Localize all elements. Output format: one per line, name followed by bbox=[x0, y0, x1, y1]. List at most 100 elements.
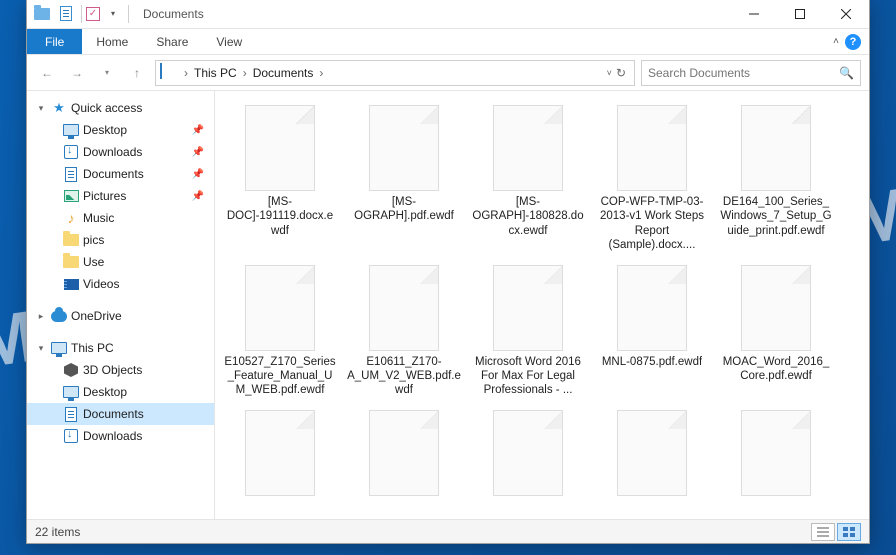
address-dropdown-icon[interactable]: ˅ bbox=[607, 68, 612, 78]
pin-icon: 📌 bbox=[192, 125, 204, 136]
maximize-button[interactable] bbox=[777, 0, 823, 29]
caret-down-icon[interactable]: ▾ bbox=[35, 343, 47, 354]
chevron-right-icon[interactable]: › bbox=[241, 66, 249, 80]
sidebar-item-music[interactable]: ♪Music bbox=[27, 207, 214, 229]
help-icon[interactable]: ? bbox=[845, 34, 861, 50]
location-doc-icon bbox=[160, 64, 178, 82]
file-item[interactable]: MOAC_Word_2016_Core.pdf.ewdf bbox=[717, 261, 835, 402]
status-bar: 22 items bbox=[27, 519, 869, 543]
file-list-pane: [MS-DOC]-191119.docx.ewdf [MS-OGRAPH].pdf… bbox=[215, 91, 869, 519]
titlebar: ✓ ▾ Documents bbox=[27, 0, 869, 29]
file-item[interactable] bbox=[221, 406, 339, 504]
properties-icon[interactable] bbox=[55, 3, 77, 25]
large-icons-view-button[interactable] bbox=[837, 523, 861, 541]
doc-icon bbox=[63, 406, 79, 422]
chevron-right-icon[interactable]: › bbox=[182, 66, 190, 80]
explorer-window: ✓ ▾ Documents File Home Share View ˄ ? ←… bbox=[26, 0, 870, 544]
file-thumbnail bbox=[617, 105, 687, 191]
file-item[interactable] bbox=[469, 406, 587, 504]
sidebar-item-desktop[interactable]: Desktop bbox=[27, 381, 214, 403]
file-item[interactable] bbox=[593, 406, 711, 504]
details-view-button[interactable] bbox=[811, 523, 835, 541]
checkbox-icon[interactable]: ✓ bbox=[86, 7, 100, 21]
search-input[interactable] bbox=[648, 66, 839, 80]
tab-file[interactable]: File bbox=[27, 29, 82, 54]
file-thumbnail bbox=[493, 410, 563, 496]
sidebar-item-downloads[interactable]: Downloads bbox=[27, 425, 214, 447]
sidebar-item-3d-objects[interactable]: 3D Objects bbox=[27, 359, 214, 381]
tab-share[interactable]: Share bbox=[142, 29, 202, 54]
qat-dropdown-icon[interactable]: ▾ bbox=[102, 3, 124, 25]
file-item[interactable]: [MS-DOC]-191119.docx.ewdf bbox=[221, 101, 339, 257]
folder-icon[interactable] bbox=[31, 3, 53, 25]
file-thumbnail bbox=[369, 265, 439, 351]
close-button[interactable] bbox=[823, 0, 869, 29]
file-name-label: MNL-0875.pdf.ewdf bbox=[602, 355, 702, 369]
item-count-label: 22 items bbox=[35, 525, 80, 539]
pin-icon: 📌 bbox=[192, 147, 204, 158]
nav-up-button[interactable]: ↑ bbox=[125, 61, 149, 85]
address-bar[interactable]: › This PC › Documents › ˅ ↻ bbox=[155, 60, 635, 86]
file-item[interactable]: MNL-0875.pdf.ewdf bbox=[593, 261, 711, 402]
navigation-bar: ← → ▾ ↑ › This PC › Documents › ˅ ↻ 🔍 bbox=[27, 55, 869, 91]
pin-icon: 📌 bbox=[192, 191, 204, 202]
caret-down-icon[interactable]: ▾ bbox=[35, 103, 47, 114]
sidebar-item-documents[interactable]: Documents📌 bbox=[27, 163, 214, 185]
file-item[interactable]: DE164_100_Series_Windows_7_Setup_Guide_p… bbox=[717, 101, 835, 257]
file-item[interactable] bbox=[717, 406, 835, 504]
sidebar-item-use[interactable]: Use bbox=[27, 251, 214, 273]
file-item[interactable]: E10611_Z170-A_UM_V2_WEB.pdf.ewdf bbox=[345, 261, 463, 402]
file-item[interactable] bbox=[345, 406, 463, 504]
sidebar-item-pictures[interactable]: Pictures 📌 bbox=[27, 185, 214, 207]
sidebar-item-desktop[interactable]: Desktop📌 bbox=[27, 119, 214, 141]
file-thumbnail bbox=[617, 265, 687, 351]
tab-view[interactable]: View bbox=[202, 29, 256, 54]
download-icon bbox=[63, 144, 79, 160]
file-item[interactable]: COP-WFP-TMP-03-2013-v1 Work Steps Report… bbox=[593, 101, 711, 257]
file-item[interactable]: Microsoft Word 2016 For Max For Legal Pr… bbox=[469, 261, 587, 402]
sidebar-item-label: Downloads bbox=[83, 145, 142, 159]
nav-recent-dropdown[interactable]: ▾ bbox=[95, 61, 119, 85]
search-box[interactable]: 🔍 bbox=[641, 60, 861, 86]
caret-right-icon[interactable]: ▸ bbox=[35, 311, 47, 322]
nav-forward-button[interactable]: → bbox=[65, 61, 89, 85]
tree-quick-access[interactable]: ▾ ★ Quick access bbox=[27, 97, 214, 119]
tree-this-pc[interactable]: ▾ This PC bbox=[27, 337, 214, 359]
breadcrumb-documents[interactable]: Documents bbox=[249, 66, 318, 80]
file-name-label: E10611_Z170-A_UM_V2_WEB.pdf.ewdf bbox=[347, 355, 461, 398]
folder-icon bbox=[63, 232, 79, 248]
file-name-label: E10527_Z170_Series_Feature_Manual_UM_WEB… bbox=[223, 355, 337, 398]
file-item[interactable]: [MS-OGRAPH].pdf.ewdf bbox=[345, 101, 463, 257]
star-icon: ★ bbox=[51, 100, 67, 116]
file-name-label: [MS-OGRAPH].pdf.ewdf bbox=[347, 195, 461, 224]
file-item[interactable]: E10527_Z170_Series_Feature_Manual_UM_WEB… bbox=[221, 261, 339, 402]
sidebar-item-label: pics bbox=[83, 233, 104, 247]
3d-icon bbox=[63, 362, 79, 378]
file-thumbnail bbox=[741, 105, 811, 191]
file-thumbnail bbox=[493, 265, 563, 351]
file-item[interactable]: [MS-OGRAPH]-180828.docx.ewdf bbox=[469, 101, 587, 257]
file-name-label: MOAC_Word_2016_Core.pdf.ewdf bbox=[719, 355, 833, 384]
file-thumbnail bbox=[369, 105, 439, 191]
nav-back-button[interactable]: ← bbox=[35, 61, 59, 85]
sidebar-item-label: 3D Objects bbox=[83, 363, 142, 377]
chevron-right-icon[interactable]: › bbox=[317, 66, 325, 80]
refresh-icon[interactable]: ↻ bbox=[616, 66, 626, 80]
tab-home[interactable]: Home bbox=[82, 29, 142, 54]
sidebar-item-label: Pictures bbox=[83, 189, 126, 203]
file-thumbnail bbox=[245, 265, 315, 351]
file-name-label: [MS-OGRAPH]-180828.docx.ewdf bbox=[471, 195, 585, 238]
sidebar-item-label: Documents bbox=[83, 167, 144, 181]
sidebar-item-videos[interactable]: Videos bbox=[27, 273, 214, 295]
quick-access-toolbar: ✓ ▾ bbox=[27, 3, 135, 25]
ribbon-chevron-icon[interactable]: ˄ bbox=[833, 36, 839, 47]
pic-icon bbox=[63, 188, 79, 204]
sidebar-item-downloads[interactable]: Downloads 📌 bbox=[27, 141, 214, 163]
sidebar-item-pics[interactable]: pics bbox=[27, 229, 214, 251]
tree-onedrive[interactable]: ▸ OneDrive bbox=[27, 305, 214, 327]
monitor-icon bbox=[63, 384, 79, 400]
minimize-button[interactable] bbox=[731, 0, 777, 29]
sidebar-item-documents[interactable]: Documents bbox=[27, 403, 214, 425]
breadcrumb-thispc[interactable]: This PC bbox=[190, 66, 241, 80]
file-thumbnail bbox=[741, 265, 811, 351]
